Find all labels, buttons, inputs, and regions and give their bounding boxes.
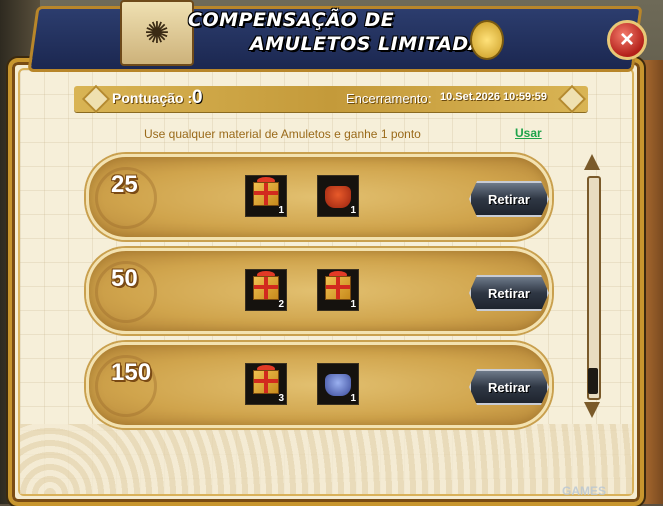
reward-item[interactable]: 1: [317, 175, 359, 217]
reward-row: 50 2 1 Retirar: [86, 248, 552, 334]
reward-item[interactable]: 3: [245, 363, 287, 405]
item-count: 1: [350, 205, 356, 216]
close-button[interactable]: ×: [607, 20, 647, 60]
reward-item[interactable]: 2: [245, 269, 287, 311]
item-count: 1: [278, 205, 284, 216]
item-count: 3: [278, 393, 284, 404]
scroll-emblem-icon: ✺: [120, 0, 194, 66]
title-line-1: COMPENSAÇÃO DE: [188, 9, 395, 31]
claim-button[interactable]: Retirar: [469, 275, 549, 311]
diamond-ornament-icon: [81, 84, 111, 114]
reward-row: 25 1 1 Retirar: [86, 154, 552, 240]
watermark: GAMES: [562, 484, 607, 498]
reward-item[interactable]: 1: [317, 269, 359, 311]
end-date: 10.Set.2026 10:59:59: [440, 91, 548, 103]
scroll-down-arrow-icon[interactable]: [584, 402, 600, 418]
score-bar: Pontuação : 0 Encerramento : 10.Set.2026…: [74, 84, 588, 114]
reward-item[interactable]: 1: [245, 175, 287, 217]
scrollbar-thumb[interactable]: [588, 368, 598, 394]
score-value: 0: [192, 87, 203, 108]
row-points: 150: [111, 359, 152, 386]
use-link[interactable]: Usar: [515, 126, 542, 140]
gold-coins-icon: [470, 20, 504, 60]
row-points: 25: [111, 171, 138, 198]
end-label: Encerramento: [346, 91, 428, 106]
item-count: 1: [350, 393, 356, 404]
scrollbar-track[interactable]: [587, 176, 601, 400]
reward-row: 150 3 1 Retirar: [86, 342, 552, 428]
item-count: 1: [350, 299, 356, 310]
claim-button[interactable]: Retirar: [469, 369, 549, 405]
item-count: 2: [278, 299, 284, 310]
page-title: COMPENSAÇÃO DE AMULETOS LIMITADA: [188, 8, 488, 56]
wave-decoration: [20, 424, 632, 494]
hint-text: Use qualquer material de Amuletos e ganh…: [144, 127, 421, 141]
title-line-2: AMULETOS LIMITADA: [250, 33, 484, 55]
end-separator: :: [428, 91, 432, 106]
score-label: Pontuação :: [112, 90, 193, 106]
reward-item[interactable]: 1: [317, 363, 359, 405]
blue-pouch-icon: [325, 374, 351, 396]
red-pouch-icon: [325, 186, 351, 208]
row-points: 50: [111, 265, 138, 292]
diamond-ornament-icon: [557, 84, 587, 114]
claim-button[interactable]: Retirar: [469, 181, 549, 217]
scroll-up-arrow-icon[interactable]: [584, 154, 600, 170]
